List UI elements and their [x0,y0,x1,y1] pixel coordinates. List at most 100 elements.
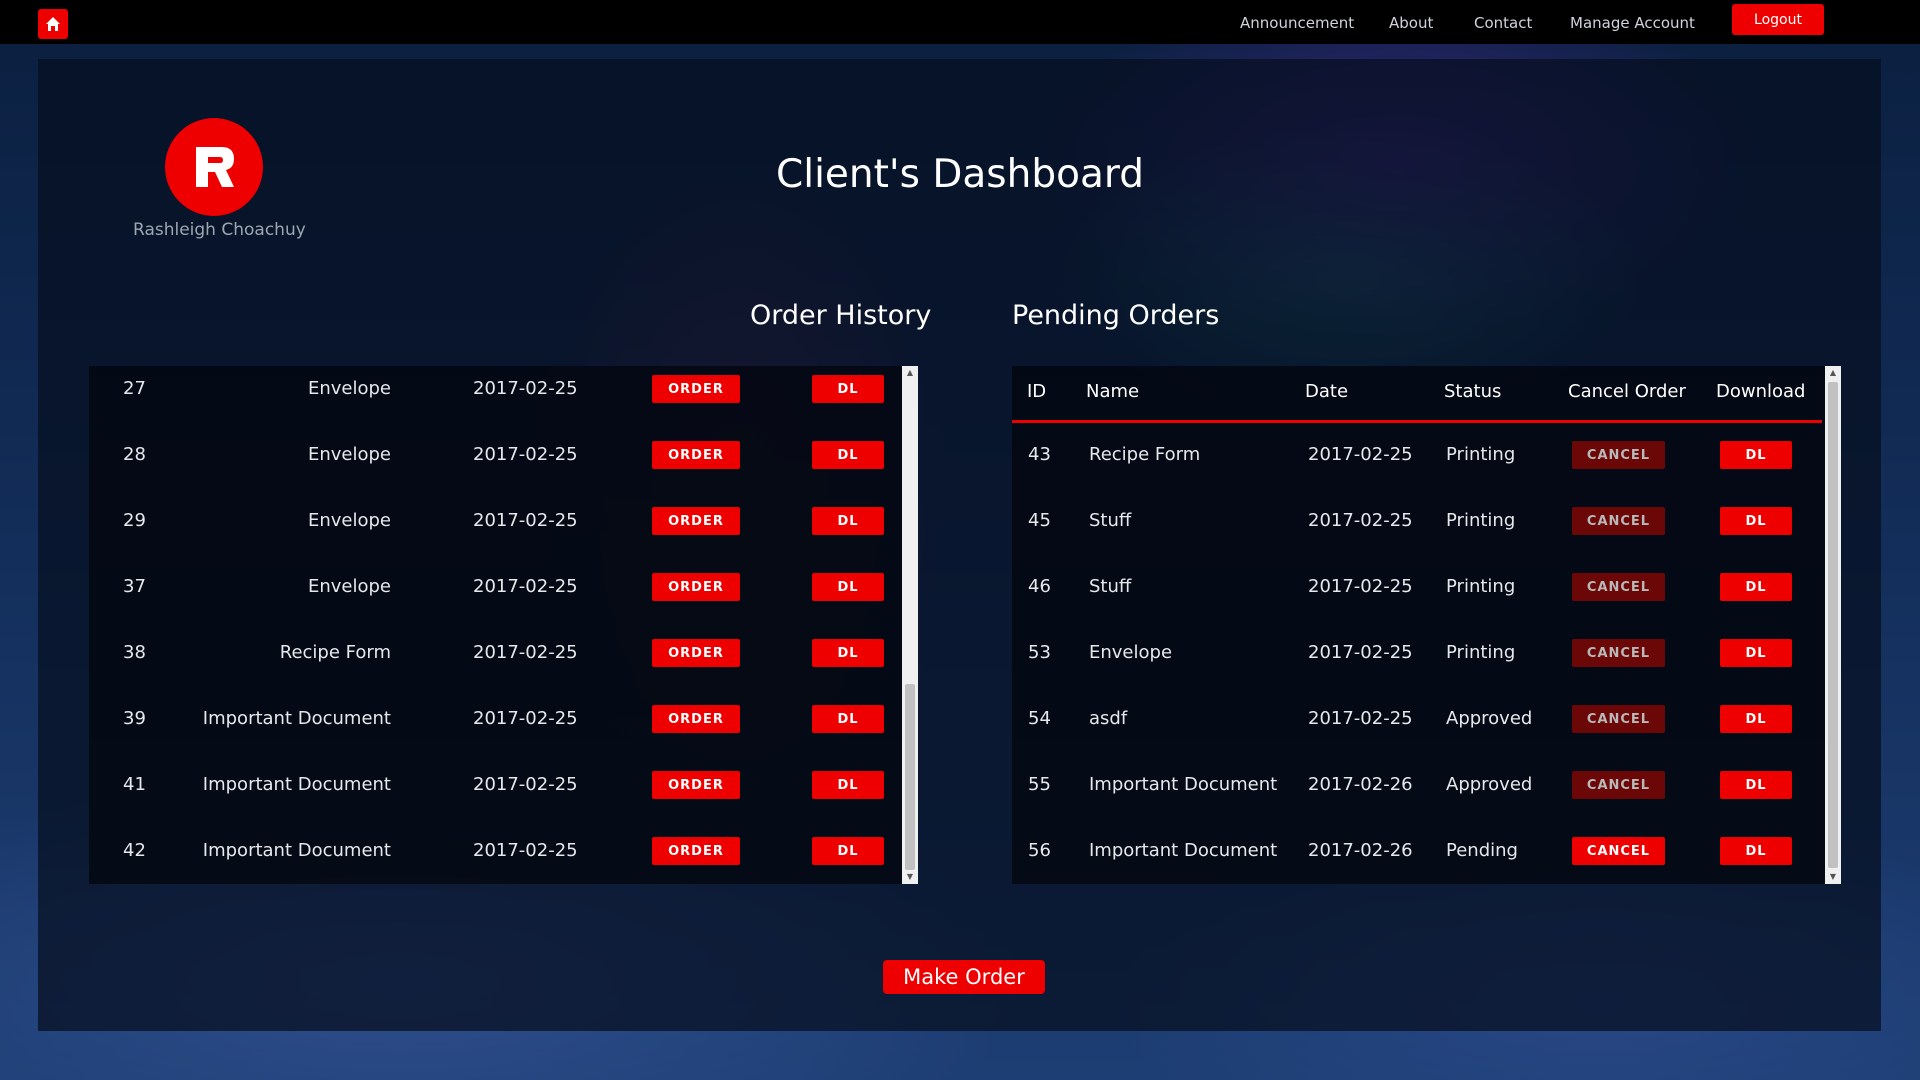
row-date: 2017-02-25 [473,840,578,861]
row-name: Envelope [307,378,391,399]
download-button[interactable]: DL [812,441,884,469]
page: { "nav": { "links": ["Announcement", "Ab… [0,0,1920,1080]
cancel-button[interactable]: CANCEL [1572,441,1665,469]
row-date: 2017-02-25 [473,774,578,795]
download-button[interactable]: DL [812,639,884,667]
row-name: Important Document [202,774,391,795]
nav-link-contact[interactable]: Contact [1474,14,1532,32]
table-row: 56 Important Document 2017-02-26 Pending CAN… [1012,828,1822,884]
make-order-button[interactable]: Make Order [883,960,1045,994]
table-row: 41 Important Document 2017-02-25 ORDER DL [89,762,899,828]
order-history-scrollbar[interactable]: ▲ ▼ [902,366,918,884]
download-button[interactable]: DL [812,837,884,865]
nav-link-manage-account[interactable]: Manage Account [1570,14,1695,32]
row-id: 37 [123,576,146,597]
logout-button[interactable]: Logout [1732,4,1824,35]
top-nav: Announcement About Contact Manage Accoun… [0,0,1920,44]
table-row: 27 Envelope 2017-02-25 ORDER DL [89,366,899,432]
row-status: Approved [1446,774,1533,795]
order-button[interactable]: ORDER [652,771,740,799]
download-button[interactable]: DL [812,771,884,799]
download-button[interactable]: DL [1720,837,1792,865]
row-name: Envelope [307,576,391,597]
row-name: Important Document [202,708,391,729]
download-button[interactable]: DL [812,375,884,403]
row-id: 45 [1028,510,1051,531]
row-name: Envelope [307,510,391,531]
home-button[interactable] [38,9,68,39]
order-button[interactable]: ORDER [652,705,740,733]
pending-orders-scrollbar[interactable]: ▲ ▼ [1825,366,1841,884]
cancel-button[interactable]: CANCEL [1572,705,1665,733]
row-id: 46 [1028,576,1051,597]
order-button[interactable]: ORDER [652,441,740,469]
nav-link-announcement[interactable]: Announcement [1240,14,1354,32]
table-row: 29 Envelope 2017-02-25 ORDER DL [89,498,899,564]
order-button[interactable]: ORDER [652,375,740,403]
row-id: 41 [123,774,146,795]
row-id: 38 [123,642,146,663]
row-name: Recipe Form [1089,444,1201,465]
row-name: Important Document [1089,774,1278,795]
row-date: 2017-02-25 [473,378,578,399]
order-button[interactable]: ORDER [652,573,740,601]
row-id: 39 [123,708,146,729]
row-date: 2017-02-26 [1308,840,1413,861]
cancel-button[interactable]: CANCEL [1572,639,1665,667]
table-header: ID Name Date Status Cancel Order Downloa… [1012,366,1822,423]
cancel-button[interactable]: CANCEL [1572,771,1665,799]
row-date: 2017-02-25 [1308,642,1413,663]
pending-orders-title: Pending Orders [1012,300,1220,331]
column-header-id: ID [1027,381,1047,402]
row-date: 2017-02-25 [1308,510,1413,531]
download-button[interactable]: DL [1720,573,1792,601]
nav-link-about[interactable]: About [1389,14,1433,32]
scroll-down-icon[interactable]: ▼ [902,870,918,884]
download-button[interactable]: DL [1720,771,1792,799]
download-button[interactable]: DL [812,573,884,601]
row-name: Recipe Form [279,642,391,663]
row-name: Envelope [1089,642,1173,663]
cancel-button[interactable]: CANCEL [1572,837,1665,865]
table-row: 39 Important Document 2017-02-25 ORDER DL [89,696,899,762]
table-row: 28 Envelope 2017-02-25 ORDER DL [89,432,899,498]
scroll-down-icon[interactable]: ▼ [1825,870,1841,884]
cancel-button[interactable]: CANCEL [1572,507,1665,535]
row-name: asdf [1089,708,1128,729]
download-button[interactable]: DL [812,507,884,535]
row-name: Envelope [307,444,391,465]
scroll-up-icon[interactable]: ▲ [1825,366,1841,380]
row-status: Printing [1446,444,1516,465]
row-id: 27 [123,378,146,399]
column-header-cancel-order: Cancel Order [1568,381,1686,402]
download-button[interactable]: DL [812,705,884,733]
order-history-table: 27 Envelope 2017-02-25 ORDER DL 28 Envelope 201… [89,366,918,884]
row-date: 2017-02-25 [1308,444,1413,465]
table-row: 53 Envelope 2017-02-25 Printing CANCEL DL [1012,630,1822,696]
order-history-title: Order History [750,300,932,331]
download-button[interactable]: DL [1720,705,1792,733]
cancel-button[interactable]: CANCEL [1572,573,1665,601]
row-date: 2017-02-25 [473,510,578,531]
order-button[interactable]: ORDER [652,639,740,667]
download-button[interactable]: DL [1720,507,1792,535]
row-id: 28 [123,444,146,465]
column-header-date: Date [1305,381,1349,402]
scroll-thumb[interactable] [1828,382,1838,868]
order-button[interactable]: ORDER [652,837,740,865]
row-id: 43 [1028,444,1051,465]
page-title: Client's Dashboard [776,152,1144,197]
download-button[interactable]: DL [1720,441,1792,469]
scroll-thumb[interactable] [905,684,915,870]
row-id: 42 [123,840,146,861]
profile-name: Rashleigh Choachuy [133,220,306,240]
column-header-download: Download [1716,381,1806,402]
row-id: 53 [1028,642,1051,663]
row-date: 2017-02-25 [1308,708,1413,729]
row-name: Important Document [202,840,391,861]
row-name: Stuff [1089,510,1132,531]
scroll-up-icon[interactable]: ▲ [902,366,918,380]
row-id: 55 [1028,774,1051,795]
order-button[interactable]: ORDER [652,507,740,535]
download-button[interactable]: DL [1720,639,1792,667]
